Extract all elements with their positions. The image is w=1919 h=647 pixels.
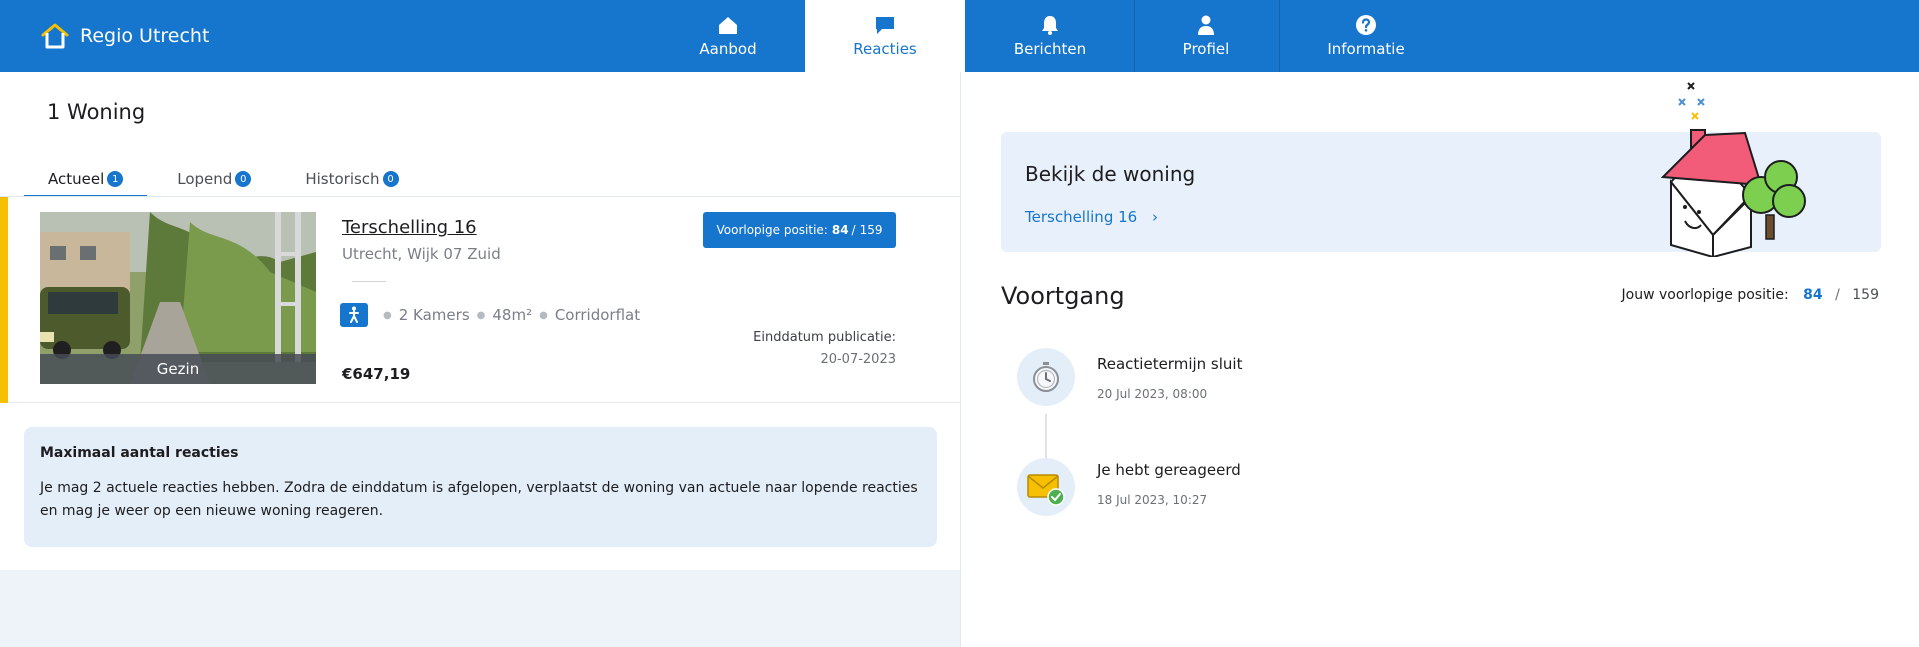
listing-features: ● 2 Kamers ● 48m² ● Corridorflat: [340, 303, 640, 327]
your-position-value: 84: [1803, 287, 1823, 303]
brand-logo[interactable]: Regio Utrecht: [40, 18, 209, 54]
count-badge: 1: [107, 171, 124, 187]
target-group-label: Gezin: [40, 354, 316, 384]
notice-title: Maximaal aantal reacties: [40, 445, 239, 461]
nav-divider: [1134, 0, 1135, 72]
notice-text: Je mag 2 actuele reacties hebben. Zodra …: [40, 480, 918, 519]
step-title: Reactietermijn sluit: [1097, 355, 1243, 373]
listing-city: Utrecht, Wijk 07 Zuid: [342, 245, 501, 263]
area: 48m²: [492, 306, 533, 324]
view-link-label: Terschelling 16: [1025, 208, 1138, 226]
bell-icon: [1042, 16, 1058, 35]
stopwatch-icon: [1017, 348, 1075, 406]
nav-label: Aanbod: [699, 40, 757, 58]
view-listing-card[interactable]: Bekijk de woning Terschelling 16 ›: [1001, 82, 1881, 257]
nav-label: Reacties: [853, 40, 917, 58]
detail-panel: Bekijk de woning Terschelling 16 › Voort…: [961, 72, 1919, 647]
short-divider: [352, 281, 386, 282]
step-date: 18 Jul 2023, 10:27: [1097, 493, 1208, 507]
position-value: 84: [831, 223, 849, 237]
view-listing-link[interactable]: Terschelling 16 ›: [1025, 208, 1158, 226]
tab-lopend[interactable]: Lopend 0: [153, 162, 275, 196]
timeline-connector: [1045, 414, 1047, 458]
your-position-separator: /: [1835, 287, 1840, 303]
nav-reacties[interactable]: Reacties: [805, 0, 965, 72]
brand-name: Regio Utrecht: [80, 25, 210, 47]
home-icon: [719, 17, 737, 34]
nav-profiel[interactable]: Profiel: [1146, 0, 1266, 72]
nav-divider: [1279, 0, 1280, 72]
user-icon: [1198, 15, 1214, 35]
step-date: 20 Jul 2023, 08:00: [1097, 387, 1208, 401]
page-title: 1 Woning: [47, 100, 146, 124]
tab-historisch[interactable]: Historisch 0: [281, 162, 422, 196]
tab-label: Historisch: [305, 170, 380, 188]
dwelling-type: Corridorflat: [554, 306, 641, 324]
sparkle-icon: [1678, 82, 1705, 120]
step-title: Je hebt gereageerd: [1097, 461, 1241, 479]
your-position-total: 159: [1852, 287, 1879, 303]
position-label: Voorlopige positie:: [716, 223, 828, 237]
rooms: 2 Kamers: [398, 306, 470, 324]
bullet: ●: [539, 309, 548, 321]
your-position: Jouw voorlopige positie: 84 / 159: [1622, 287, 1879, 303]
nav-label: Berichten: [1013, 40, 1087, 58]
envelope-check-icon: [1017, 458, 1075, 516]
max-reactions-notice: Maximaal aantal reacties Je mag 2 actuel…: [24, 427, 937, 547]
question-icon: [1356, 15, 1376, 35]
house-logo-icon: [41, 23, 69, 49]
end-date-value: 20-07-2023: [820, 352, 896, 367]
nav-label: Informatie: [1327, 40, 1405, 58]
end-date-label: Einddatum publicatie:: [753, 330, 896, 345]
nav-berichten[interactable]: Berichten: [990, 0, 1110, 72]
chevron-right-icon: ›: [1151, 208, 1158, 226]
position-badge: Voorlopige positie: 84 / 159: [703, 212, 896, 248]
rent-price: €647,19: [342, 365, 411, 383]
count-badge: 0: [235, 171, 252, 187]
accessible-person-icon: [340, 303, 368, 327]
listing-address-link[interactable]: Terschelling 16: [342, 217, 477, 238]
top-nav-bar: Regio Utrecht Aanbod Reacties Berichten …: [0, 0, 1919, 72]
active-accent-bar: [0, 197, 8, 403]
tab-actueel[interactable]: Actueel 1: [24, 162, 148, 198]
chat-icon: [876, 17, 894, 34]
count-badge: 0: [382, 171, 399, 187]
nav-informatie[interactable]: Informatie: [1306, 0, 1426, 72]
reactions-panel: 1 Woning Actueel 1 Lopend 0 Historisch 0: [0, 72, 960, 647]
tab-label: Actueel: [48, 170, 105, 188]
your-position-label: Jouw voorlopige positie:: [1621, 287, 1789, 303]
house-illustration-icon: [1660, 82, 1806, 257]
view-listing-title: Bekijk de woning: [1025, 162, 1196, 186]
nav-label: Profiel: [1182, 40, 1230, 58]
listing-card[interactable]: Gezin Terschelling 16 Utrecht, Wijk 07 Z…: [0, 197, 960, 403]
progress-title: Voortgang: [1001, 282, 1125, 310]
bullet: ●: [383, 309, 392, 321]
reaction-tabs: Actueel 1 Lopend 0 Historisch 0: [24, 162, 423, 198]
bullet: ●: [476, 309, 486, 321]
tab-label: Lopend: [177, 170, 233, 188]
listing-photo[interactable]: Gezin: [40, 212, 316, 384]
nav-aanbod[interactable]: Aanbod: [668, 0, 788, 72]
position-total: 159: [859, 223, 883, 237]
position-separator: /: [851, 223, 856, 237]
